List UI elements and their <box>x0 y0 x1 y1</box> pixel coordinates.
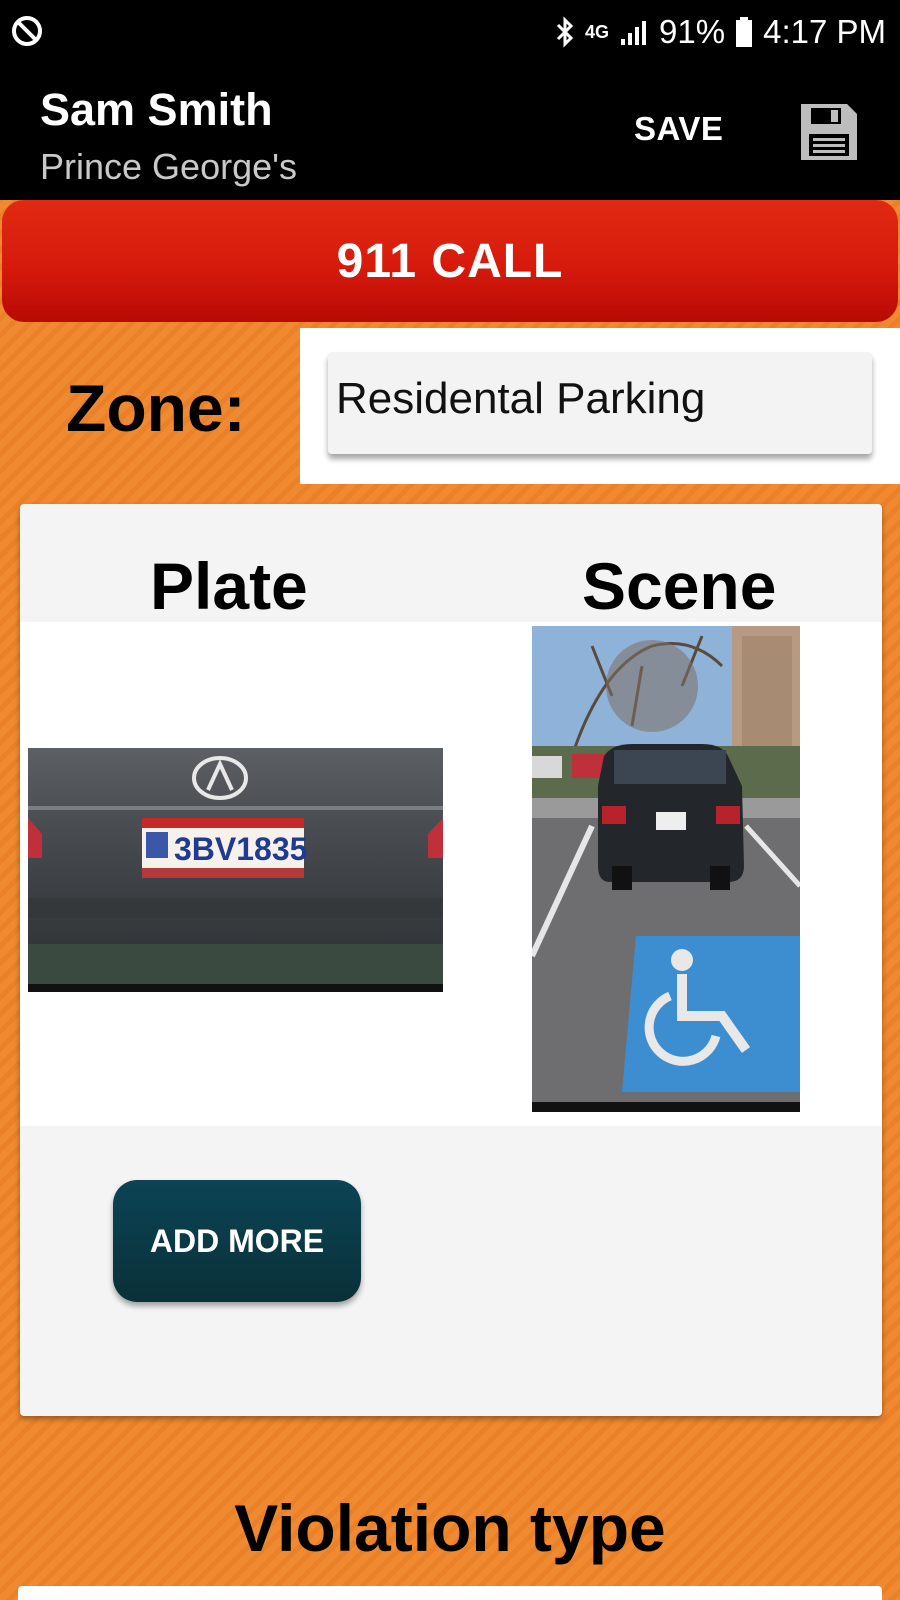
emergency-call-button[interactable]: 911 CALL <box>2 200 898 322</box>
photo-area: 3BV1835 <box>20 622 882 1126</box>
scene-column-label: Scene <box>582 549 777 623</box>
clock: 4:17 PM <box>763 13 886 50</box>
signal-icon <box>621 21 647 45</box>
zone-selector[interactable]: Residental Parking <box>328 352 872 454</box>
photo-divider <box>450 622 460 1126</box>
plate-photo-image: 3BV1835 <box>28 748 443 992</box>
plate-photo[interactable]: 3BV1835 <box>28 748 443 992</box>
save-button[interactable]: SAVE <box>634 110 723 148</box>
add-more-button[interactable]: ADD MORE <box>113 1180 361 1302</box>
do-not-disturb-icon <box>12 16 42 46</box>
scene-photo-image <box>532 626 800 1112</box>
plate-column-label: Plate <box>150 549 308 623</box>
status-bar: 4G 91% 4:17 PM <box>0 0 900 64</box>
battery-percent: 91% <box>659 13 726 50</box>
bluetooth-icon <box>556 16 574 48</box>
user-county: Prince George's <box>40 146 297 187</box>
floppy-disk-icon[interactable] <box>797 100 861 164</box>
zone-panel: Residental Parking <box>300 328 900 484</box>
user-name: Sam Smith <box>40 84 273 135</box>
plate-number-text: 3BV1835 <box>174 831 307 867</box>
zone-label: Zone: <box>66 371 246 445</box>
network-type: 4G <box>585 21 610 42</box>
photo-card: Plate Scene 3BV1835 ADD MORE <box>20 504 882 1416</box>
violation-type-panel <box>18 1586 882 1600</box>
app-bar: Sam Smith Prince George's SAVE <box>0 64 900 200</box>
scene-photo[interactable] <box>532 626 800 1112</box>
battery-icon <box>736 17 753 47</box>
violation-type-heading: Violation type <box>234 1491 666 1565</box>
